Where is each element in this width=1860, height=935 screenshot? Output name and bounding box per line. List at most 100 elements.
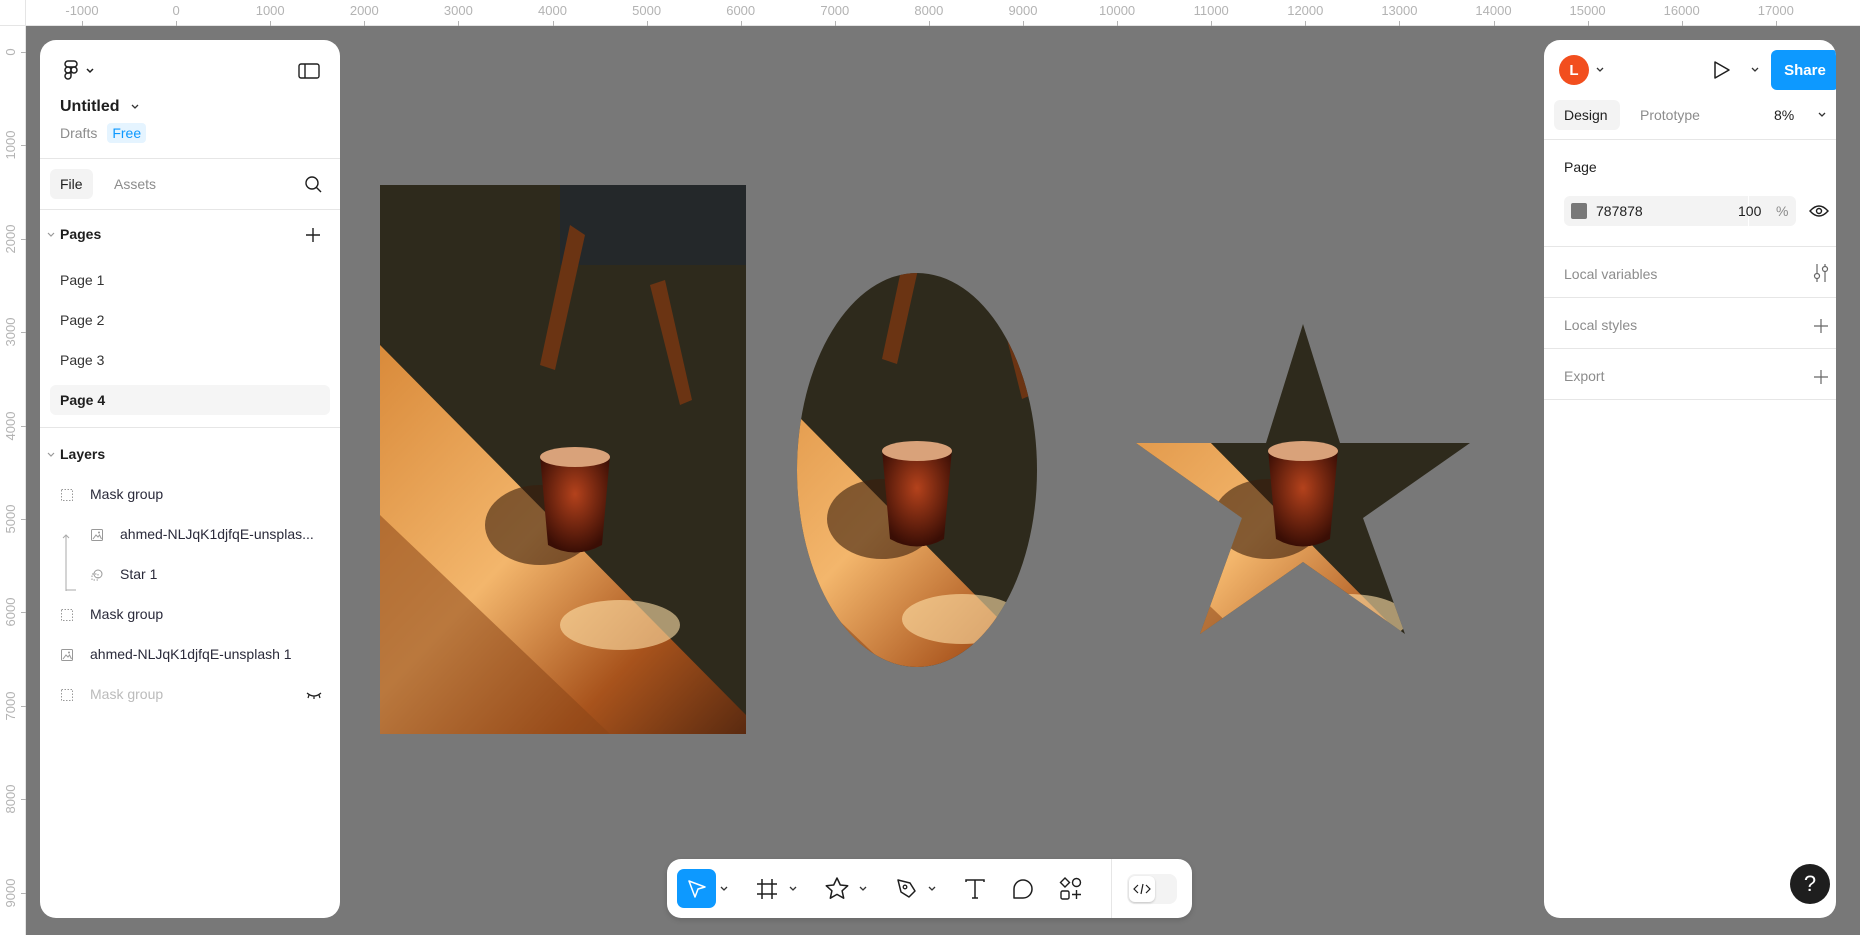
color-swatch[interactable] (1571, 203, 1587, 219)
file-name-button[interactable]: Untitled (60, 98, 140, 116)
text-tool[interactable] (955, 869, 994, 908)
frame-icon (756, 878, 777, 899)
shape-tool[interactable] (817, 869, 856, 908)
divider (1544, 297, 1836, 298)
frame-tool[interactable] (747, 869, 786, 908)
layer-row[interactable]: Mask group (40, 597, 340, 633)
ruler-label: 8000 (3, 784, 18, 814)
file-name: Untitled (60, 98, 120, 115)
cursor-icon (687, 879, 706, 898)
ruler-tick (646, 21, 648, 26)
ruler-tick (270, 21, 272, 26)
variables-icon[interactable] (1812, 263, 1830, 283)
chevron-down-icon[interactable] (788, 885, 798, 893)
layer-row[interactable]: Star 1 (40, 557, 340, 593)
chevron-down-icon[interactable] (719, 885, 729, 893)
tab-assets[interactable]: Assets (114, 176, 156, 192)
present-play-icon[interactable] (1710, 59, 1732, 81)
ruler-tick (21, 425, 26, 427)
ruler-tick (740, 21, 742, 26)
ruler-tick (1399, 21, 1401, 26)
pen-tool[interactable] (887, 869, 926, 908)
search-button[interactable] (302, 173, 324, 195)
ruler-label: 0 (3, 48, 18, 56)
eye-closed-icon[interactable] (306, 690, 322, 700)
page-item[interactable]: Page 4 (60, 392, 105, 408)
ruler-label: 7000 (820, 3, 850, 18)
eye-icon[interactable] (1809, 202, 1829, 220)
ruler-label: 5000 (632, 3, 662, 18)
chevron-down-icon[interactable] (927, 885, 937, 893)
page-item[interactable]: Page 3 (60, 352, 104, 368)
layer-row[interactable]: Mask group (40, 477, 340, 513)
layer-row[interactable]: ahmed-NLJqK1djfqE-unsplas... (40, 517, 340, 553)
divider (1544, 399, 1836, 400)
layer-name: ahmed-NLJqK1djfqE-unsplash 1 (90, 646, 292, 662)
sidebar-icon (298, 63, 320, 79)
main-menu-button[interactable] (60, 58, 100, 84)
page-color-hex[interactable]: 787878 (1596, 203, 1643, 219)
local-styles-section[interactable]: Local styles (1564, 317, 1637, 333)
page-item[interactable]: Page 2 (60, 312, 104, 328)
page-item[interactable]: Page 1 (60, 272, 104, 288)
toggle-sidebar-button[interactable] (296, 60, 322, 82)
image-icon (91, 529, 103, 541)
divider (1544, 139, 1836, 140)
chevron-down-icon[interactable] (46, 231, 56, 239)
star-mask-group[interactable] (1108, 179, 1474, 728)
ruler-label: 1000 (3, 130, 18, 160)
ruler-tick (21, 52, 26, 53)
local-variables-section[interactable]: Local variables (1564, 266, 1657, 282)
chevron-down-icon[interactable] (1817, 111, 1827, 119)
avatar[interactable]: L (1559, 55, 1589, 85)
ruler-tick (552, 21, 554, 26)
ruler-label: 1000 (255, 3, 285, 18)
ellipse-mask-group[interactable] (722, 179, 1088, 728)
layer-row[interactable]: ahmed-NLJqK1djfqE-unsplash 1 (40, 637, 340, 673)
ruler-label: 10000 (1099, 3, 1136, 18)
move-tool[interactable] (677, 869, 716, 908)
ruler-tick (176, 21, 178, 26)
ruler-tick (21, 519, 26, 520)
file-location[interactable]: Drafts (60, 125, 97, 141)
mask-group-icon (61, 489, 73, 501)
ruler-tick (21, 705, 26, 707)
plus-icon[interactable] (1814, 370, 1828, 384)
star-icon (825, 876, 848, 899)
share-button[interactable]: Share (1771, 50, 1836, 90)
zoom-level[interactable]: 8% (1774, 107, 1794, 123)
ruler-tick (1681, 21, 1683, 26)
layer-name: Mask group (90, 606, 164, 622)
page-opacity[interactable]: 100 (1738, 203, 1761, 219)
help-button[interactable]: ? (1790, 864, 1830, 904)
chevron-down-icon[interactable] (1750, 66, 1760, 74)
comment-tool[interactable] (1003, 869, 1042, 908)
ruler-label: 4000 (538, 3, 567, 18)
ruler-tick (834, 21, 836, 26)
ruler-label: 6000 (3, 597, 18, 627)
ruler-tick (1305, 21, 1307, 26)
chevron-down-icon[interactable] (1595, 66, 1605, 74)
dev-mode-toggle[interactable] (1127, 874, 1177, 904)
actions-icon (1059, 876, 1081, 900)
figma-logo-icon (64, 60, 94, 80)
tab-prototype[interactable]: Prototype (1640, 107, 1700, 123)
chevron-down-icon[interactable] (46, 451, 56, 459)
actions-tool[interactable] (1051, 869, 1090, 908)
ruler-tick (21, 332, 26, 334)
plus-icon[interactable] (1814, 319, 1828, 333)
layer-name: Mask group (90, 486, 164, 502)
divider (40, 427, 340, 428)
layer-row[interactable]: Mask group (40, 677, 340, 713)
export-section[interactable]: Export (1564, 368, 1604, 384)
layers-title: Layers (60, 446, 106, 462)
image-layer[interactable] (380, 185, 746, 734)
ruler-label: 17000 (1757, 3, 1794, 18)
chevron-down-icon[interactable] (858, 885, 868, 893)
ruler-tick (1023, 21, 1024, 26)
tab-design-label: Design (1564, 107, 1608, 123)
image-icon (61, 649, 73, 661)
ruler-tick (21, 238, 26, 240)
layer-name: Star 1 (120, 566, 158, 582)
add-page-button[interactable] (302, 224, 324, 246)
